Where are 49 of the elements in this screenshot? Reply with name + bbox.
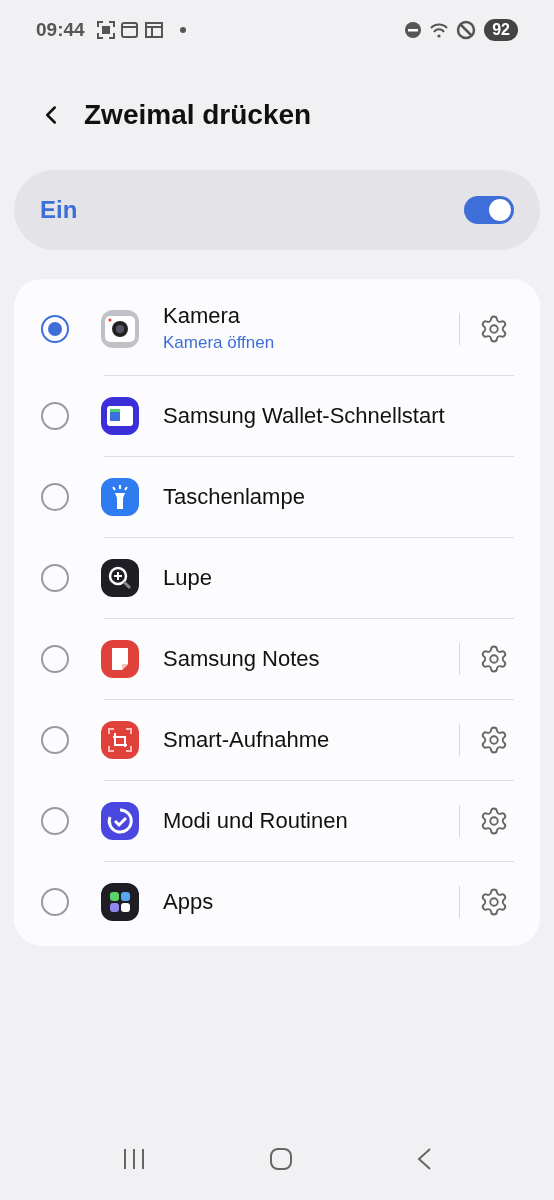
camera-icon [100,309,140,349]
option-label: Smart-Aufnahme [163,726,331,754]
option-row[interactable]: Smart-Aufnahme [14,700,540,780]
flashlight-icon [100,477,140,517]
magnifier-icon [100,558,140,598]
capture-icon [100,720,140,760]
radio-button[interactable] [41,807,69,835]
apps-icon [100,882,140,922]
option-label: Modi und Routinen [163,807,349,835]
screenshot-icon [96,21,115,39]
option-row[interactable]: Lupe [14,538,540,618]
back-icon[interactable] [416,1147,433,1171]
radio-button[interactable] [41,888,69,916]
window-icon [144,21,163,39]
home-icon[interactable] [269,1147,293,1171]
option-label: Apps [163,888,215,916]
calendar-icon [120,21,139,39]
radio-button[interactable] [41,315,69,343]
radio-button[interactable] [41,726,69,754]
recent-apps-icon[interactable] [121,1148,146,1170]
option-row[interactable]: Modi und Routinen [14,781,540,861]
toggle-switch[interactable] [464,196,514,224]
option-row[interactable]: Kamera Kamera öffnen [14,283,540,375]
option-row[interactable]: Apps [14,862,540,942]
wallet-icon [100,396,140,436]
page-title: Zweimal drücken [84,98,312,132]
option-label: Kamera [163,302,242,331]
radio-button[interactable] [41,564,69,592]
radio-button[interactable] [41,645,69,673]
option-subtitle: Kamera öffnen [163,332,276,355]
option-label: Lupe [163,564,213,592]
dot-icon [178,26,187,34]
blocked-icon [456,20,477,40]
master-switch-card[interactable]: Ein [14,170,540,250]
do-not-disturb-icon [404,21,423,39]
option-row[interactable]: Samsung Wallet-Schnellstart [14,376,540,456]
radio-button[interactable] [41,402,69,430]
option-row[interactable]: Taschenlampe [14,457,540,537]
routines-icon [100,801,140,841]
notes-icon [100,639,140,679]
wifi-icon [430,22,449,38]
option-label: Samsung Notes [163,645,321,673]
clock: 09:44 [36,17,85,42]
option-row[interactable]: Samsung Notes [14,619,540,699]
radio-button[interactable] [41,483,69,511]
option-label: Taschenlampe [163,483,306,511]
battery-indicator: 92 [484,19,518,41]
switch-label: Ein [40,195,78,225]
option-label: Samsung Wallet-Schnellstart [163,402,446,430]
